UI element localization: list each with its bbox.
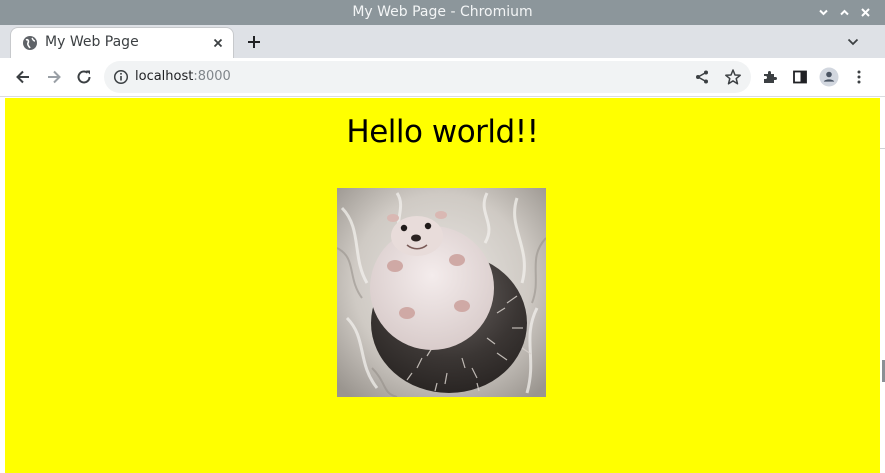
extensions-button[interactable] [760, 67, 780, 87]
star-icon[interactable] [724, 68, 742, 86]
close-icon [861, 8, 870, 17]
puzzle-icon [764, 71, 777, 83]
side-panel-icon [793, 70, 807, 84]
page-content: Hello world!! [5, 98, 880, 473]
close-icon[interactable] [211, 36, 225, 50]
info-icon[interactable] [113, 69, 129, 85]
window-title: My Web Page - Chromium [352, 4, 533, 20]
profile-button[interactable] [819, 67, 839, 87]
kebab-menu-icon [857, 70, 861, 84]
arrow-left-icon [16, 70, 29, 84]
browser-toolbar: localhost:8000 [0, 58, 885, 97]
profile-icon [819, 67, 839, 87]
back-button[interactable] [13, 67, 33, 87]
url-port: :8000 [193, 69, 231, 84]
maximize-button[interactable] [836, 4, 853, 21]
globe-icon [23, 36, 37, 50]
window-close-button[interactable] [857, 4, 874, 21]
tab-strip: My Web Page [0, 25, 885, 58]
window-titlebar[interactable]: My Web Page - Chromium [0, 0, 885, 25]
reload-button[interactable] [74, 67, 94, 87]
hedgehog-image [337, 188, 546, 397]
new-tab-button[interactable] [244, 32, 264, 52]
side-panel-button[interactable] [790, 67, 810, 87]
tab-my-web-page[interactable]: My Web Page [10, 27, 234, 58]
tab-title: My Web Page [45, 34, 139, 50]
reload-icon [77, 70, 91, 84]
forward-button[interactable] [44, 67, 64, 87]
chevron-up-icon [840, 9, 849, 16]
right-edge-sliver [880, 98, 885, 473]
address-bar[interactable]: localhost:8000 [104, 61, 751, 93]
share-icon[interactable] [694, 69, 710, 85]
url-text[interactable]: localhost:8000 [135, 69, 231, 84]
menu-button[interactable] [849, 67, 869, 87]
arrow-right-icon [48, 70, 61, 84]
tab-search-button[interactable] [845, 34, 861, 50]
minimize-button[interactable] [815, 4, 832, 21]
chevron-down-icon [819, 9, 828, 16]
page-heading: Hello world!! [346, 114, 539, 150]
url-host: localhost [135, 69, 194, 84]
